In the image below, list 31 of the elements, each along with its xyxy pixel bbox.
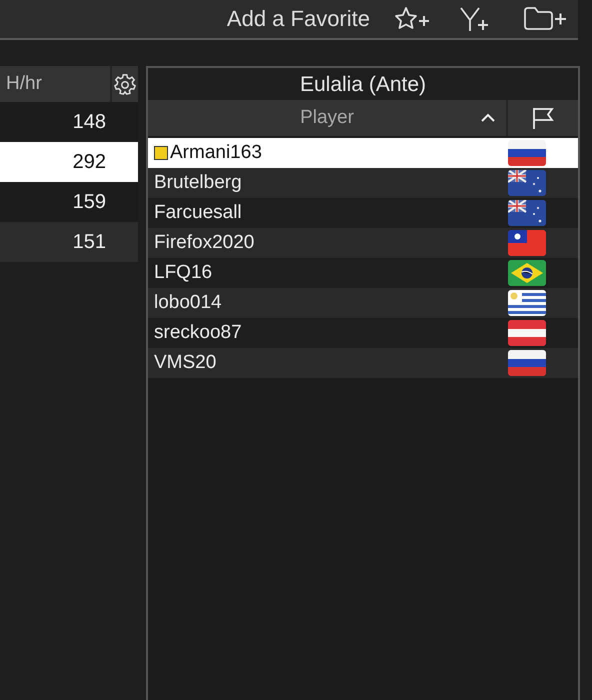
player-row[interactable]: Firefox2020	[148, 228, 578, 258]
player-row[interactable]: Brutelberg	[148, 168, 578, 198]
flag-icon[interactable]	[530, 106, 556, 130]
player-name: sreckoo87	[154, 322, 242, 344]
player-name: Firefox2020	[154, 232, 254, 254]
player-name: Brutelberg	[154, 172, 242, 194]
country-flag-icon	[508, 200, 546, 226]
player-name: Farcuesall	[154, 202, 242, 224]
player-name: LFQ16	[154, 262, 212, 284]
country-flag-icon	[508, 320, 546, 346]
add-favorite-label: Add a Favorite	[226, 6, 370, 32]
player-row[interactable]: VMS20	[148, 348, 578, 378]
country-flag-icon	[508, 290, 546, 316]
caret-icon	[480, 113, 496, 123]
country-flag-icon	[508, 230, 546, 256]
settings-icon[interactable]	[114, 73, 136, 95]
table-cell: 292	[72, 150, 106, 174]
player-name: VMS20	[154, 352, 216, 374]
table-cell: 148	[72, 110, 106, 134]
player-name: lobo014	[154, 292, 222, 314]
player-row[interactable]: lobo014	[148, 288, 578, 318]
country-flag-icon	[508, 140, 546, 166]
country-flag-icon	[508, 350, 546, 376]
country-flag-icon	[508, 170, 546, 196]
table-cell: 159	[72, 190, 106, 214]
country-flag-icon	[508, 260, 546, 286]
table-row[interactable]: 151	[0, 222, 138, 262]
player-row[interactable]: Armani163	[148, 138, 578, 168]
table-cell: 151	[72, 230, 106, 254]
table-row[interactable]: 292	[0, 142, 138, 182]
player-name: Armani163	[170, 142, 262, 164]
